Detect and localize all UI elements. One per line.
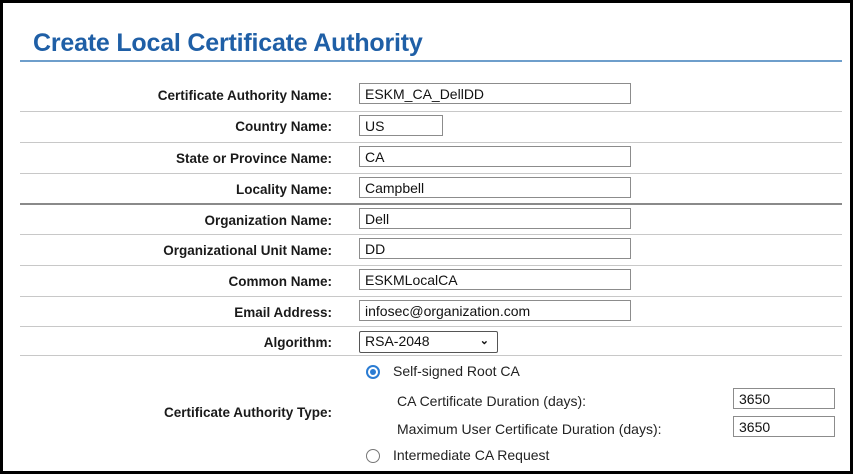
country-label: Country Name:	[235, 119, 332, 134]
self-signed-radio[interactable]	[366, 365, 380, 379]
row-common-name: Common Name:	[20, 265, 842, 296]
organization-input[interactable]	[359, 208, 631, 229]
title-divider	[20, 60, 842, 62]
country-input[interactable]	[359, 115, 443, 136]
ca-duration-label: CA Certificate Duration (days):	[397, 393, 587, 409]
state-label: State or Province Name:	[175, 151, 332, 166]
row-state: State or Province Name:	[20, 142, 842, 173]
algorithm-label: Algorithm:	[263, 335, 332, 350]
row-algorithm: Algorithm: RSA-2048 ⌄	[20, 326, 842, 357]
ca-duration-input[interactable]	[733, 388, 835, 409]
dialog-frame: Create Local Certificate Authority Certi…	[0, 0, 853, 474]
intermediate-ca-label: Intermediate CA Request	[393, 447, 550, 463]
email-label: Email Address:	[234, 305, 332, 320]
chevron-down-icon: ⌄	[479, 335, 489, 347]
locality-label: Locality Name:	[235, 182, 332, 197]
email-input[interactable]	[359, 300, 631, 321]
max-user-duration-input[interactable]	[733, 416, 835, 437]
row-country: Country Name:	[20, 111, 842, 142]
self-signed-label: Self-signed Root CA	[393, 363, 520, 379]
organization-label: Organization Name:	[204, 213, 332, 228]
algorithm-selected-value: RSA-2048	[365, 333, 430, 349]
state-input[interactable]	[359, 146, 631, 167]
locality-input[interactable]	[359, 177, 631, 198]
row-locality: Locality Name:	[20, 173, 842, 204]
row-email: Email Address:	[20, 296, 842, 327]
row-ca-type: Certificate Authority Type: Self-signed …	[20, 355, 842, 468]
org-unit-label: Organizational Unit Name:	[163, 243, 332, 258]
org-unit-input[interactable]	[359, 238, 631, 259]
row-ca-name: Certificate Authority Name:	[20, 81, 842, 111]
ca-type-label: Certificate Authority Type:	[163, 405, 332, 420]
ca-name-input[interactable]	[359, 83, 631, 104]
row-org-unit: Organizational Unit Name:	[20, 234, 842, 265]
intermediate-ca-radio[interactable]	[366, 449, 380, 463]
algorithm-select[interactable]: RSA-2048 ⌄	[359, 331, 498, 353]
common-name-input[interactable]	[359, 269, 631, 290]
page-title: Create Local Certificate Authority	[33, 29, 423, 57]
ca-name-label: Certificate Authority Name:	[157, 88, 332, 103]
common-name-label: Common Name:	[228, 274, 332, 289]
row-organization: Organization Name:	[20, 203, 842, 235]
max-user-duration-label: Maximum User Certificate Duration (days)…	[397, 421, 662, 437]
